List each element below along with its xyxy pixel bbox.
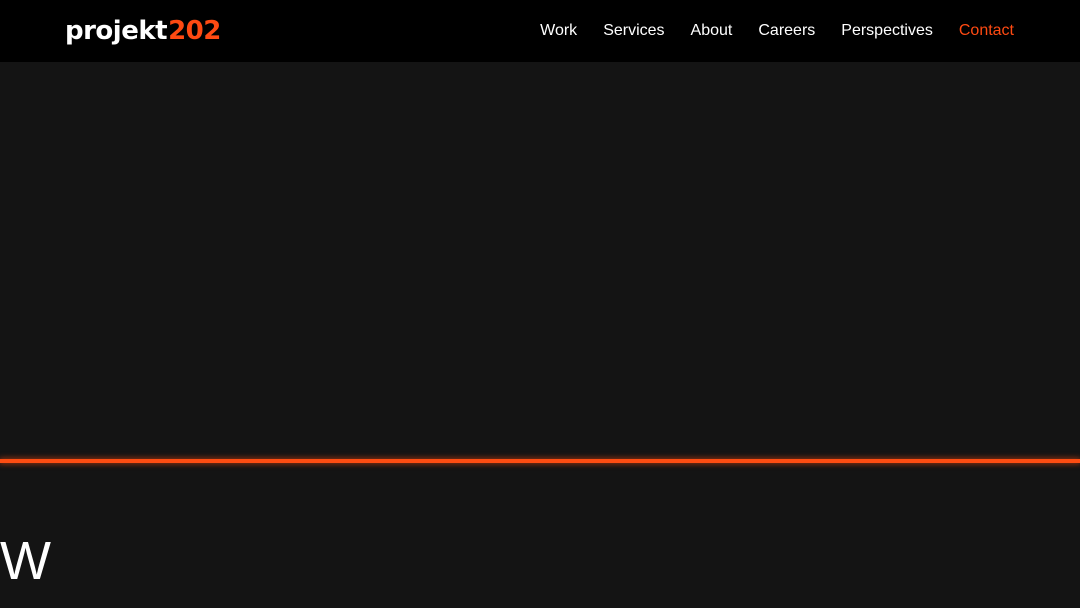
site-header: projekt 202 Work Services About Careers P…	[0, 0, 1080, 62]
logo-link[interactable]: projekt 202	[65, 15, 221, 47]
main-nav: Work Services About Careers Perspectives…	[514, 0, 1014, 62]
nav-item-perspectives[interactable]: Perspectives	[841, 22, 933, 40]
hero-headline: W	[0, 531, 51, 591]
nav-item-services[interactable]: Services	[603, 22, 664, 40]
logo-text-main: projekt	[65, 16, 168, 46]
accent-divider	[0, 459, 1080, 463]
hero-section	[0, 62, 1080, 608]
nav-item-about[interactable]: About	[691, 22, 733, 40]
logo-text-number: 202	[168, 16, 221, 46]
nav-item-work[interactable]: Work	[540, 22, 577, 40]
nav-item-careers[interactable]: Careers	[758, 22, 815, 40]
nav-item-contact[interactable]: Contact	[959, 22, 1014, 40]
